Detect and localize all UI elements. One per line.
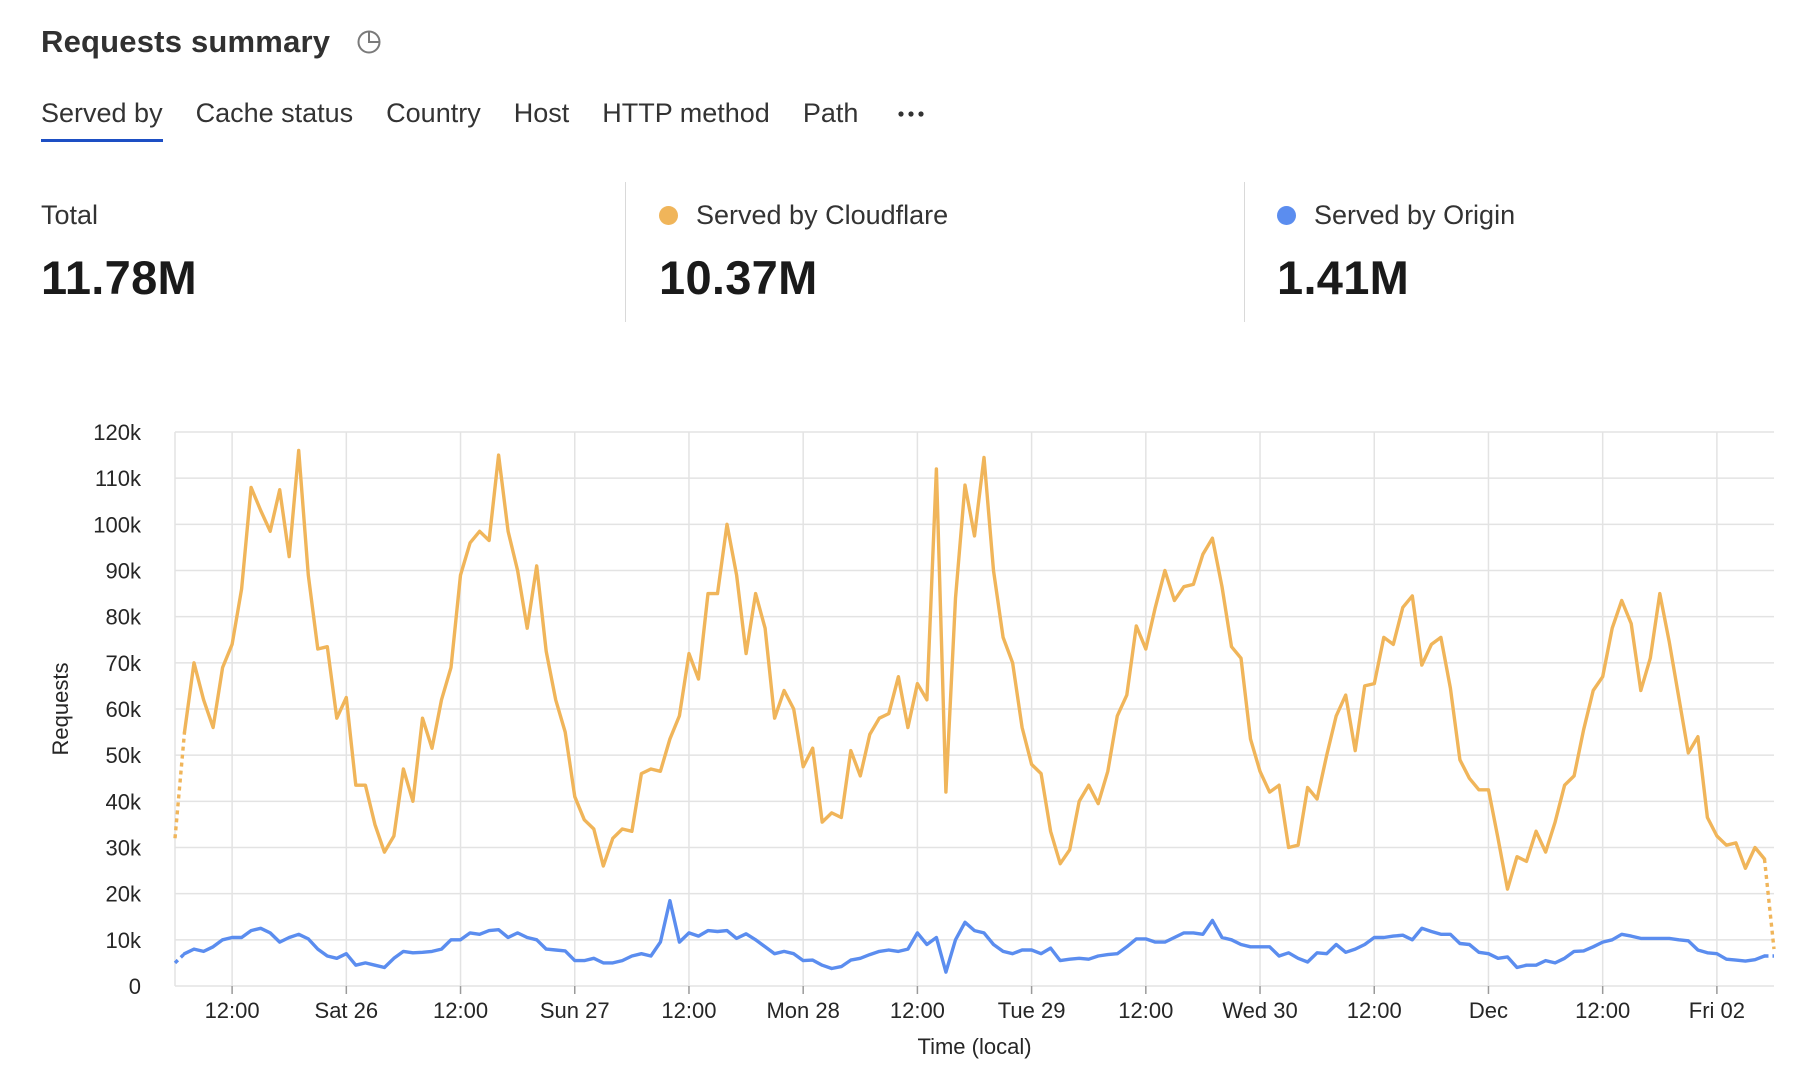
x-tick-label: Fri 02 (1689, 998, 1745, 1023)
tab-path[interactable]: Path (803, 98, 859, 139)
cloudflare-series-end-segment (1762, 858, 1776, 950)
x-tick-label: 12:00 (205, 998, 260, 1023)
y-tick-label: 120k (93, 420, 142, 445)
y-tick-label: 30k (106, 836, 142, 861)
stat-cloudflare-value: 10.37M (659, 251, 818, 304)
x-tick-label: Sun 27 (540, 998, 610, 1023)
stat-origin-label: Served by Origin (1314, 199, 1516, 230)
tab-bar: Served by Cache status Country Host HTTP… (41, 98, 926, 146)
x-tick-label: Dec (1469, 998, 1508, 1023)
x-tick-label: 12:00 (890, 998, 945, 1023)
requests-line-chart[interactable]: 0 10k 20k 30k 40k 50k 60k 70k 80k 90k 100k 110k 120k… (0, 400, 1808, 1072)
y-tick-label: 90k (106, 559, 142, 584)
stat-total: Total 11.78M (41, 182, 197, 322)
x-axis-title: Time (local) (917, 1034, 1031, 1059)
stat-origin: Served by Origin 1.41M (1277, 182, 1515, 322)
stat-divider (1244, 182, 1245, 322)
x-tick-label: 12:00 (433, 998, 488, 1023)
tab-cache-status[interactable]: Cache status (196, 98, 354, 139)
x-tick-label: 12:00 (1575, 998, 1630, 1023)
x-tick-label: Mon 28 (766, 998, 839, 1023)
stat-cloudflare: Served by Cloudflare 10.37M (659, 182, 948, 322)
y-tick-label: 50k (106, 743, 142, 768)
y-tick-label: 70k (106, 651, 142, 676)
stat-divider (625, 182, 626, 322)
tab-country[interactable]: Country (386, 98, 481, 139)
y-tick-label: 60k (106, 697, 142, 722)
x-tick-label: 12:00 (661, 998, 716, 1023)
tab-http-method[interactable]: HTTP method (602, 98, 770, 139)
more-options-icon[interactable] (896, 104, 926, 129)
page-title: Requests summary (41, 24, 331, 59)
x-tick-label: 12:00 (1118, 998, 1173, 1023)
y-tick-label: 10k (106, 928, 142, 953)
x-tick-label: Tue 29 (998, 998, 1066, 1023)
stat-total-label: Total (41, 199, 99, 230)
origin-series-line[interactable] (182, 898, 1767, 974)
x-tick-label: Sat 26 (315, 998, 379, 1023)
y-tick-label: 110k (95, 466, 142, 491)
origin-legend-dot (1277, 205, 1296, 225)
y-tick-label: 0 (129, 974, 141, 999)
y-tick-label: 100k (93, 512, 142, 537)
cloudflare-legend-dot (659, 205, 678, 225)
y-tick-label: 20k (106, 882, 142, 907)
history-icon[interactable] (354, 27, 384, 57)
cloudflare-series-start-segment (173, 731, 187, 839)
stat-cloudflare-label: Served by Cloudflare (696, 199, 949, 230)
cloudflare-series-line[interactable] (182, 448, 1767, 891)
x-tick-label: 12:00 (1347, 998, 1402, 1023)
y-tick-label: 40k (106, 789, 142, 814)
stat-origin-value: 1.41M (1277, 251, 1410, 304)
stat-total-value: 11.78M (41, 251, 197, 304)
y-axis-title: Requests (48, 663, 73, 756)
origin-series-start-segment (173, 952, 186, 965)
tab-host[interactable]: Host (514, 98, 570, 139)
tab-served-by[interactable]: Served by (41, 98, 163, 142)
y-tick-label: 80k (106, 605, 142, 630)
x-tick-label: Wed 30 (1222, 998, 1297, 1023)
